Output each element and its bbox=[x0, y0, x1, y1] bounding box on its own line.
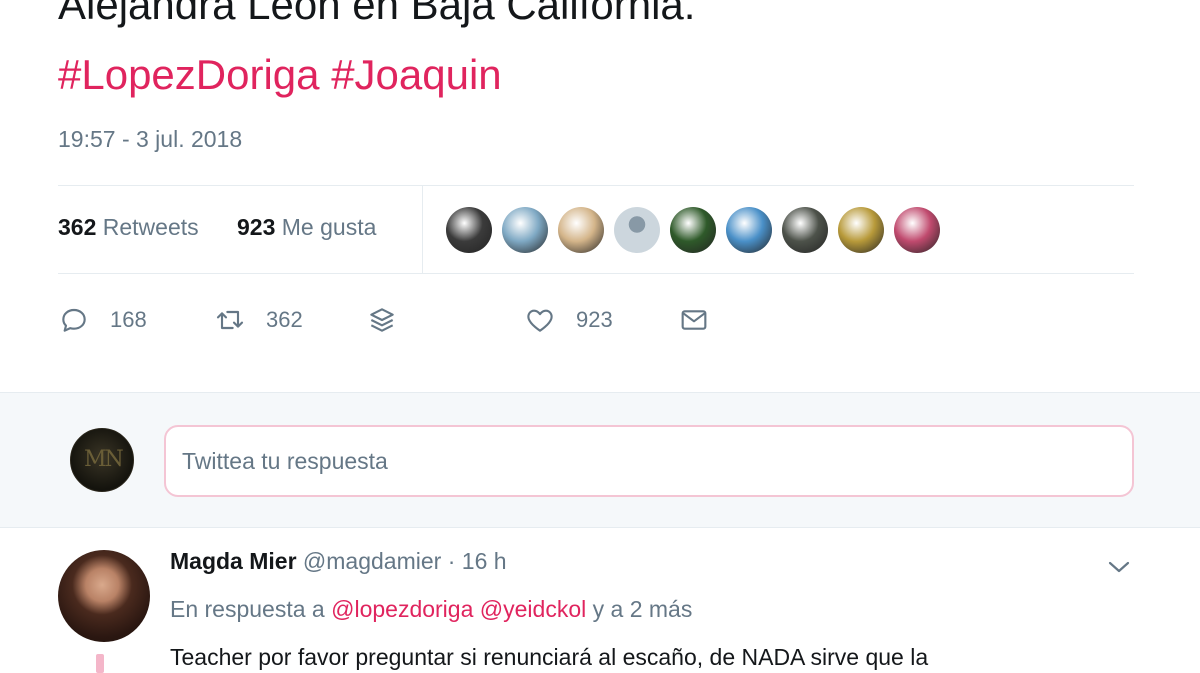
hashtag-joaquin[interactable]: #Joaquin bbox=[331, 51, 501, 98]
thread-line bbox=[96, 654, 104, 673]
stack-icon bbox=[370, 308, 394, 332]
liker-avatar-5[interactable] bbox=[670, 207, 716, 253]
mail-icon bbox=[681, 310, 707, 330]
stack-action[interactable] bbox=[366, 296, 398, 344]
liker-avatar-2[interactable] bbox=[502, 207, 548, 253]
retweet-action[interactable]: 362 bbox=[214, 296, 303, 344]
stats-separator bbox=[422, 186, 423, 274]
retweets-label: Retweets bbox=[102, 214, 199, 240]
tweet-timestamp[interactable]: 19:57 - 3 jul. 2018 bbox=[58, 126, 242, 153]
likes-label: Me gusta bbox=[281, 214, 377, 240]
author-avatar[interactable] bbox=[58, 550, 150, 642]
liker-avatar-3[interactable] bbox=[558, 207, 604, 253]
time-separator: · bbox=[441, 548, 462, 574]
reply-tweet[interactable]: Magda Mier @magdamier · 16 h En respuest… bbox=[0, 528, 1200, 673]
author-handle[interactable]: @magdamier bbox=[303, 548, 441, 574]
liker-avatar-8[interactable] bbox=[838, 207, 884, 253]
dm-action[interactable] bbox=[678, 296, 710, 344]
liker-avatar-6[interactable] bbox=[726, 207, 772, 253]
reply-input[interactable]: Twittea tu respuesta bbox=[164, 425, 1134, 497]
current-user-avatar[interactable] bbox=[70, 428, 134, 492]
liker-avatar-7[interactable] bbox=[782, 207, 828, 253]
replying-suffix[interactable]: y a 2 más bbox=[586, 596, 693, 622]
hashtag-lopezdoriga[interactable]: #LopezDoriga bbox=[58, 51, 320, 98]
liker-avatar-4[interactable] bbox=[614, 207, 660, 253]
like-action[interactable]: 923 bbox=[524, 296, 613, 344]
retweet-count: 362 bbox=[266, 307, 303, 332]
chevron-down-icon[interactable] bbox=[1106, 558, 1132, 576]
hashtag-line: #LopezDoriga #Joaquin bbox=[58, 50, 502, 100]
reply-composer: Twittea tu respuesta bbox=[0, 392, 1200, 528]
replying-to: En respuesta a @lopezdoriga @yeidckol y … bbox=[170, 596, 692, 623]
reply-time[interactable]: 16 h bbox=[462, 548, 507, 574]
like-count: 923 bbox=[576, 307, 613, 332]
reply-action[interactable]: 168 bbox=[58, 296, 147, 344]
mention-yeidckol[interactable]: @yeidckol bbox=[480, 596, 586, 622]
retweet-icon bbox=[216, 310, 244, 330]
divider-middle bbox=[58, 273, 1134, 274]
likes-stat[interactable]: 923 Me gusta bbox=[237, 214, 376, 241]
reply-text: Teacher por favor preguntar si renunciar… bbox=[170, 644, 929, 670]
heart-icon bbox=[527, 309, 553, 332]
mention-lopezdoriga[interactable]: @lopezdoriga bbox=[331, 596, 473, 622]
author-line: Magda Mier @magdamier · 16 h bbox=[170, 548, 507, 575]
tweet-text: Alejandra León en Baja California. bbox=[58, 0, 696, 28]
liker-avatar-9[interactable] bbox=[894, 207, 940, 253]
author-name[interactable]: Magda Mier bbox=[170, 548, 297, 574]
reply-count: 168 bbox=[110, 307, 147, 332]
retweets-count: 362 bbox=[58, 214, 97, 240]
likes-count: 923 bbox=[237, 214, 276, 240]
replying-prefix: En respuesta a bbox=[170, 596, 332, 622]
retweets-stat[interactable]: 362 Retweets bbox=[58, 214, 199, 241]
tweet-stats: 362 Retweets 923 Me gusta bbox=[58, 186, 1134, 274]
reply-icon bbox=[62, 308, 86, 332]
liker-avatar-1[interactable] bbox=[446, 207, 492, 253]
